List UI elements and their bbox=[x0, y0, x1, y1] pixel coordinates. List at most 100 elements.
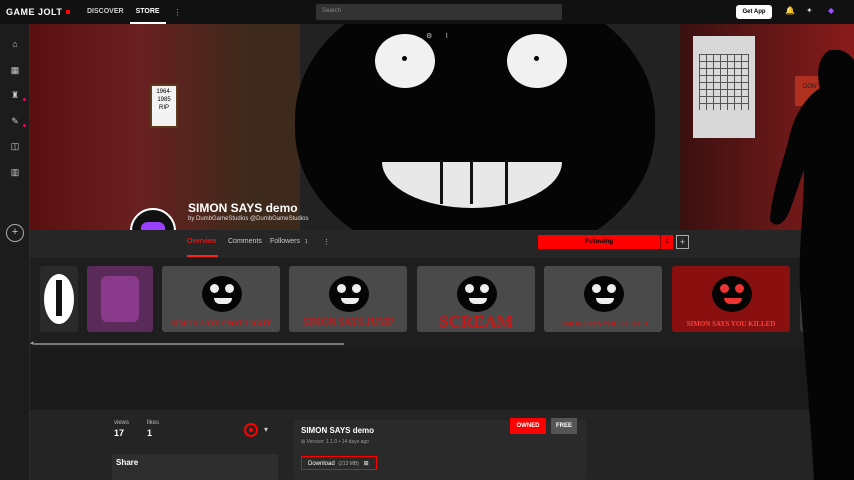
add-to-playlist-icon[interactable]: + bbox=[676, 235, 689, 249]
thumb-face bbox=[712, 276, 752, 312]
settings-icon[interactable]: ⚙ bbox=[426, 32, 432, 40]
home-icon[interactable]: ⌂ bbox=[9, 38, 21, 50]
rip-sign: 1964-1985 RIP bbox=[150, 84, 178, 128]
thumb-eye bbox=[592, 284, 601, 293]
nav-store[interactable]: STORE bbox=[129, 0, 166, 24]
tab-overview[interactable]: Overview bbox=[187, 238, 216, 245]
monster-eye-left bbox=[375, 34, 435, 88]
windows-icon: ⊞ bbox=[301, 439, 306, 445]
tooth-divider bbox=[505, 160, 508, 204]
thumb-eye bbox=[607, 284, 616, 293]
following-button[interactable]: Following bbox=[538, 235, 660, 249]
more-vertical-icon[interactable]: ⋮ bbox=[323, 238, 330, 246]
thumb-face bbox=[329, 276, 369, 312]
tooth-divider bbox=[440, 160, 443, 204]
thumb-eye bbox=[337, 284, 346, 293]
record-icon[interactable] bbox=[244, 423, 258, 437]
media-thumbnail[interactable]: SCREAM bbox=[417, 266, 535, 332]
tab-comments[interactable]: Comments bbox=[228, 238, 262, 245]
scroll-left-icon[interactable]: ◂ bbox=[30, 339, 34, 347]
thumb-mouth bbox=[469, 298, 487, 304]
free-badge: FREE bbox=[551, 418, 577, 434]
poster-grid bbox=[699, 54, 749, 110]
tab-followers[interactable]: Followers 1 bbox=[270, 238, 308, 245]
store-icon[interactable]: ▦ bbox=[9, 64, 21, 76]
download-label: Download bbox=[308, 461, 335, 467]
add-community-icon[interactable]: + bbox=[6, 224, 24, 242]
comment-icon[interactable]: ▾ bbox=[264, 425, 268, 434]
logo-accent bbox=[66, 10, 71, 14]
community-icon[interactable]: ♜ bbox=[9, 89, 21, 101]
thumb-caption: SIMON SAYS YOU KILLED bbox=[558, 320, 648, 328]
monster-eye-right bbox=[507, 34, 567, 88]
follow-count-badge: 1 bbox=[660, 235, 673, 249]
logo-text: GAME JOLT bbox=[6, 7, 63, 17]
gamejolt-logo[interactable]: GAME JOLT bbox=[6, 7, 81, 17]
bell-icon[interactable]: 🔔 bbox=[785, 6, 795, 15]
thumb-art bbox=[101, 276, 139, 322]
thumb-eye bbox=[465, 284, 474, 293]
package-age: 14 days ago bbox=[341, 439, 369, 445]
pupil bbox=[402, 56, 407, 61]
quests-icon[interactable]: ✦ bbox=[806, 6, 813, 15]
active-tab-indicator bbox=[187, 255, 218, 257]
package-meta: ⊞ Version: 1.1.0 • 14 days ago bbox=[301, 439, 369, 445]
thumb-eye bbox=[480, 284, 489, 293]
character-silhouette bbox=[770, 50, 854, 480]
notification-dot bbox=[23, 98, 26, 101]
thumb-mouth bbox=[596, 298, 614, 304]
thumb-mouth bbox=[724, 298, 742, 304]
share-title: Share bbox=[116, 458, 139, 467]
download-size: (213 MB) bbox=[338, 461, 359, 467]
community-icon[interactable]: ✎ bbox=[9, 115, 21, 127]
windows-icon: ⊞ bbox=[363, 461, 369, 467]
media-thumbnail[interactable]: SIMON SAYS YOU KILLED bbox=[544, 266, 662, 332]
developer-byline[interactable]: by DumbGameStudios @DumbGameStudios bbox=[188, 216, 308, 222]
followers-count: 1 bbox=[304, 239, 308, 245]
media-thumbnail[interactable]: SIMON SAYS JUMP bbox=[289, 266, 407, 332]
thumb-face bbox=[457, 276, 497, 312]
media-scrollbar[interactable] bbox=[34, 343, 344, 345]
nav-discover[interactable]: DISCOVER bbox=[81, 0, 130, 24]
thumb-face bbox=[202, 276, 242, 312]
thumb-face bbox=[584, 276, 624, 312]
views-label: views bbox=[114, 420, 130, 426]
search-input[interactable]: Search bbox=[316, 4, 562, 20]
thumb-knife bbox=[56, 280, 62, 316]
notification-dot bbox=[23, 124, 26, 127]
media-thumbnail[interactable] bbox=[87, 266, 153, 332]
thumb-caption: SCREAM bbox=[439, 312, 513, 331]
wall-poster bbox=[693, 36, 755, 138]
thumb-eye bbox=[720, 284, 729, 293]
record-dot bbox=[249, 428, 253, 432]
thumb-mouth bbox=[341, 298, 359, 304]
more-vertical-icon[interactable]: ⋮ bbox=[174, 8, 182, 17]
views-count: 17 bbox=[114, 428, 125, 438]
right-side-panel bbox=[602, 420, 766, 480]
pupil bbox=[534, 56, 539, 61]
thumb-eye bbox=[225, 284, 234, 293]
stats-icon[interactable]: ⌇ bbox=[445, 32, 448, 40]
game-banner: 1964-1985 RIP DON'T ⚙ ⌇ bbox=[30, 24, 854, 230]
package-version: Version: 1.1.0 bbox=[306, 439, 338, 445]
tooth-divider bbox=[470, 160, 473, 204]
media-thumbnail[interactable] bbox=[40, 266, 78, 332]
package-title: SIMON SAYS demo bbox=[301, 426, 375, 435]
thumb-caption: SIMON SAYS SPOT LIGHT bbox=[171, 319, 271, 328]
thumb-eye bbox=[352, 284, 361, 293]
likes-count: 1 bbox=[147, 428, 153, 438]
thumb-eye bbox=[735, 284, 744, 293]
library-icon[interactable]: ▥ bbox=[9, 166, 21, 178]
user-avatar-icon[interactable]: ◆ bbox=[828, 6, 834, 15]
download-button[interactable]: Download (213 MB) ⊞ bbox=[301, 456, 377, 470]
tab-followers-label: Followers bbox=[270, 238, 300, 245]
get-app-button[interactable]: Get App bbox=[736, 5, 772, 19]
community-icon[interactable]: ◫ bbox=[9, 140, 21, 152]
game-tabs-bar bbox=[30, 230, 854, 258]
media-thumbnail[interactable]: SIMON SAYS SPOT LIGHT bbox=[162, 266, 280, 332]
left-sidebar: ⌂ ▦ ♜ ✎ ◫ ▥ + bbox=[0, 24, 30, 480]
game-title: SIMON SAYS demo bbox=[188, 201, 298, 215]
thumb-eye bbox=[210, 284, 219, 293]
thumb-caption: SIMON SAYS JUMP bbox=[302, 317, 394, 328]
owned-badge: OWNED bbox=[510, 418, 546, 434]
